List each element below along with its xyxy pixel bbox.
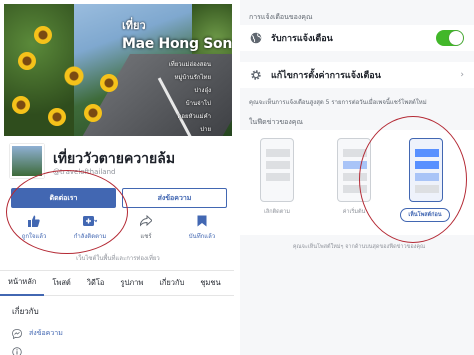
- highlight-circle: [6, 170, 128, 254]
- saved-label: บันทึกแล้ว: [188, 233, 216, 240]
- cover-line: หมู่บ้านรักไทย: [174, 74, 211, 81]
- cover-line: ปาย: [200, 126, 211, 133]
- receive-notifications-row[interactable]: รับการแจ้งเตือน: [240, 25, 474, 51]
- messenger-icon: [12, 324, 22, 343]
- edit-settings-row[interactable]: แก้ไขการตั้งค่าการแจ้งเตือน ›: [240, 62, 474, 88]
- share-icon: [139, 214, 153, 228]
- receive-notifications-label: รับการแจ้งเตือน: [271, 34, 333, 44]
- recommend-text: เว็บไซต์ในพื้นที่และการท่องเที่ยว: [76, 255, 160, 262]
- chevron-right-icon: ›: [460, 70, 464, 80]
- feed-footer-text: คุณจะเห็นโพสต์ใหม่ๆ จากด้านบนสุดของฟีดข่…: [292, 244, 426, 250]
- flower-icon: [48, 108, 66, 126]
- phone-block: [266, 161, 290, 169]
- flower-icon: [34, 26, 52, 44]
- tab-videos[interactable]: วิดีโอ: [79, 270, 113, 296]
- flower-icon: [12, 96, 30, 114]
- flower-icon: [100, 74, 118, 92]
- cover-photo[interactable]: เที่ยว Mae Hong Son เที่ยวแม่ฮ่องสอน หมู…: [4, 4, 232, 136]
- feed-header: ในฟีดข่าวของคุณ: [249, 118, 303, 126]
- phone-block: [266, 149, 290, 157]
- share-label: แชร์: [140, 233, 152, 240]
- bookmark-icon: [195, 214, 209, 228]
- notifications-header: การแจ้งเตือนของคุณ: [249, 13, 313, 21]
- saved-action[interactable]: บันทึกแล้ว: [176, 214, 228, 246]
- notification-settings-screen: การแจ้งเตือนของคุณ รับการแจ้งเตือน แก้ไข…: [240, 0, 474, 355]
- notification-description: คุณจะเห็นการแจ้งเตือนสูงสุด 5 รายการต่อว…: [249, 99, 427, 106]
- cover-title: Mae Hong Son: [122, 36, 232, 52]
- notifications-toggle[interactable]: [436, 30, 464, 46]
- tab-about[interactable]: เกี่ยวกับ: [151, 270, 192, 296]
- tab-home[interactable]: หน้าหลัก: [0, 270, 45, 296]
- tab-photos[interactable]: รูปภาพ: [112, 270, 151, 296]
- page-tabs: หน้าหลัก โพสต์ วิดีโอ รูปภาพ เกี่ยวกับ ช…: [0, 270, 234, 296]
- cover-title-small: เที่ยว: [122, 19, 146, 32]
- phone-block: [266, 173, 290, 181]
- flower-icon: [84, 104, 102, 122]
- send-message-button[interactable]: ส่งข้อความ: [122, 188, 227, 208]
- flower-icon: [62, 64, 86, 88]
- unfollow-option-label[interactable]: เลิกติดตาม: [247, 208, 307, 216]
- profile-picture[interactable]: [10, 144, 44, 178]
- cover-line: เที่ยวแม่ฮ่องสอน: [168, 61, 211, 68]
- cover-line: ปางอุ๋ง: [194, 87, 211, 94]
- highlight-circle: [359, 116, 467, 243]
- unfollow-option-phone[interactable]: [260, 138, 294, 202]
- page-title: เที่ยววัวตายควายล้ม: [53, 151, 176, 167]
- info-icon: [12, 342, 22, 355]
- flower-icon: [18, 52, 36, 70]
- globe-icon: [249, 31, 263, 45]
- gear-icon: [249, 68, 263, 82]
- edit-settings-label: แก้ไขการตั้งค่าการแจ้งเตือน: [271, 71, 381, 81]
- tab-posts[interactable]: โพสต์: [44, 270, 78, 296]
- cover-line: บ้านจ่าโบ่: [185, 100, 211, 107]
- page-screen: เที่ยว Mae Hong Son เที่ยวแม่ฮ่องสอน หมู…: [0, 0, 234, 355]
- toggle-knob: [449, 31, 463, 45]
- about-message-row[interactable]: ส่งข้อความ: [12, 324, 63, 343]
- about-heading: เกี่ยวกับ: [12, 307, 39, 316]
- share-action[interactable]: แชร์: [120, 214, 172, 246]
- about-message-label: ส่งข้อความ: [29, 329, 63, 337]
- cover-text-lines: เที่ยวแม่ฮ่องสอน หมู่บ้านรักไทย ปางอุ๋ง …: [149, 59, 211, 136]
- tab-community[interactable]: ชุมชน: [192, 270, 228, 296]
- cover-line: ดอยหัวแม่คำ: [177, 113, 211, 120]
